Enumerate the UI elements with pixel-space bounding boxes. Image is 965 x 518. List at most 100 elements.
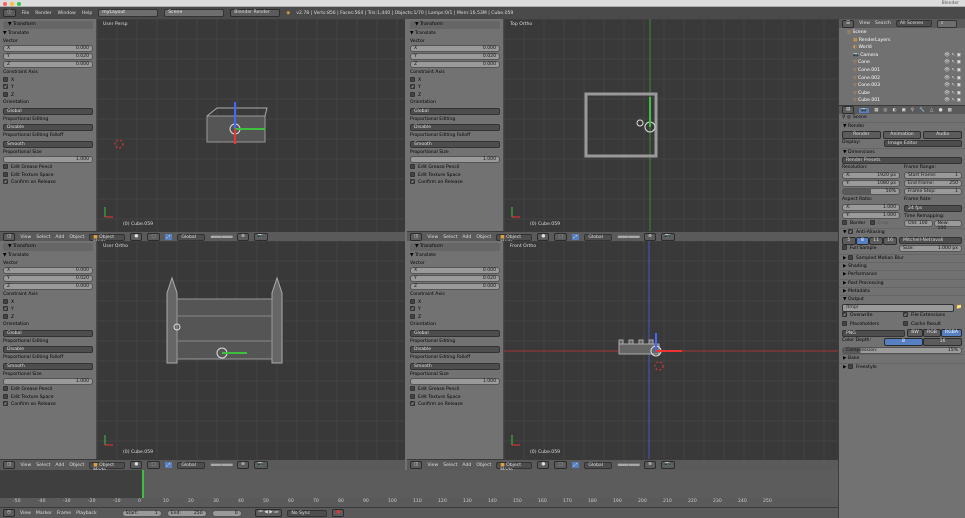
menu-add[interactable]: Add bbox=[462, 235, 471, 240]
editor-type-icon[interactable]: ▤ bbox=[842, 106, 855, 114]
resolution-x-field[interactable]: X: 1920 px bbox=[842, 172, 900, 180]
playback-controls[interactable]: ⏮ ◀ ▶ ⏭ bbox=[254, 509, 283, 517]
timeline-area[interactable] bbox=[0, 470, 838, 498]
mode-dropdown[interactable]: ■ Object Mode bbox=[89, 233, 126, 245]
pivot-dropdown[interactable]: ⬚ bbox=[147, 461, 160, 469]
panel-dimensions[interactable]: ▼ Dimensions bbox=[839, 147, 965, 156]
panel-section[interactable]: ▶ Performance bbox=[839, 270, 965, 278]
audio-button[interactable]: Audio bbox=[923, 130, 963, 139]
proportional-size-field[interactable]: 1.000 bbox=[3, 156, 93, 163]
editor-type-icon[interactable]: ◫ bbox=[410, 461, 423, 469]
constraint-z-checkbox[interactable] bbox=[410, 91, 415, 97]
snap-toggle[interactable]: ⊕ bbox=[643, 233, 656, 241]
orientation-dropdown[interactable]: Global bbox=[410, 107, 500, 115]
display-dropdown[interactable]: Image Editor bbox=[884, 139, 962, 147]
menu-search[interactable]: Search bbox=[875, 21, 891, 26]
edit-texture-space-checkbox[interactable] bbox=[410, 393, 415, 399]
display-mode-dropdown[interactable]: All Scenes bbox=[895, 20, 932, 27]
outliner-item[interactable]: ▽ Cone.001 👁 ↖ ▣ bbox=[839, 67, 965, 75]
constraint-x-checkbox[interactable] bbox=[410, 298, 415, 304]
vector-x-field[interactable]: X 0.000 bbox=[410, 267, 500, 274]
layers-grid[interactable]: ▪▪▪▪▪ ▪▪▪▪▪ bbox=[210, 235, 233, 240]
tab-material-icon[interactable]: ● bbox=[938, 108, 942, 113]
current-frame-cursor[interactable] bbox=[142, 470, 144, 498]
pivot-dropdown[interactable]: ⬚ bbox=[554, 233, 567, 241]
falloff-dropdown[interactable]: Smooth bbox=[3, 362, 93, 370]
old-field[interactable]: Old: 100 bbox=[904, 220, 933, 228]
sync-dropdown[interactable]: No Sync bbox=[287, 509, 328, 517]
channel-rgba[interactable]: RGBA bbox=[940, 329, 962, 338]
transform-panel-header[interactable]: ▼ Transform bbox=[410, 243, 500, 251]
vector-z-field[interactable]: Z 0.000 bbox=[3, 61, 93, 68]
viewport-canvas[interactable]: Top Ortho (0) Cube.059 bbox=[504, 19, 838, 231]
editor-type-icon[interactable]: ◫ bbox=[3, 233, 16, 241]
translate-panel-header[interactable]: ▼ Translate bbox=[410, 252, 500, 260]
constraint-x-checkbox[interactable] bbox=[410, 76, 415, 82]
constraint-x-checkbox[interactable] bbox=[3, 298, 8, 304]
viewport-canvas[interactable]: User Ortho (0) Cube.059 bbox=[97, 241, 405, 459]
menu-add[interactable]: Add bbox=[462, 463, 471, 468]
constraint-z-checkbox[interactable] bbox=[3, 91, 8, 97]
constraint-y-checkbox[interactable]: ✓ bbox=[3, 84, 8, 89]
frame-rate-dropdown[interactable]: 24 fps bbox=[904, 205, 962, 213]
mode-dropdown[interactable]: ■ Object Mode bbox=[496, 233, 533, 245]
outliner-item[interactable]: ▽ Cone.002 👁 ↖ ▣ bbox=[839, 75, 965, 83]
orientation-dropdown[interactable]: Global bbox=[584, 233, 613, 241]
channel-bw[interactable]: BW bbox=[907, 329, 924, 338]
render-button[interactable]: Render bbox=[842, 130, 881, 139]
maximize-button[interactable] bbox=[17, 1, 21, 6]
render-preview-icon[interactable]: 📷 bbox=[660, 461, 675, 469]
file-extensions-checkbox[interactable]: ✓ bbox=[903, 312, 908, 318]
panel-section[interactable]: ▶ Metadata bbox=[839, 287, 965, 295]
editor-type-icon[interactable]: ◫ bbox=[410, 233, 423, 241]
outliner-item[interactable]: ▽ Cone.003 👁 ↖ ▣ bbox=[839, 82, 965, 90]
end-frame-field[interactable]: End Frame: 250 bbox=[904, 180, 962, 188]
manipulator-icon[interactable]: ⤢ bbox=[164, 234, 173, 240]
transform-panel-header[interactable]: ▼ Transform bbox=[3, 243, 93, 251]
menu-view[interactable]: View bbox=[20, 511, 31, 516]
constraint-y-checkbox[interactable]: ✓ bbox=[410, 84, 415, 89]
vector-x-field[interactable]: X 0.000 bbox=[3, 267, 93, 274]
menu-select[interactable]: Select bbox=[36, 463, 50, 468]
constraint-z-checkbox[interactable] bbox=[3, 313, 8, 319]
falloff-dropdown[interactable]: Smooth bbox=[410, 140, 500, 148]
outliner-item[interactable]: ◎ Scene bbox=[839, 29, 965, 37]
render-preview-icon[interactable]: 📷 bbox=[253, 461, 268, 469]
tab-modifiers-icon[interactable]: 🔧 bbox=[919, 108, 925, 113]
animation-button[interactable]: Animation bbox=[882, 130, 922, 139]
menu-object[interactable]: Object bbox=[476, 235, 491, 240]
resolution-percentage-slider[interactable]: 50% bbox=[842, 188, 900, 196]
render-engine-dropdown[interactable]: Blender Render bbox=[230, 9, 281, 17]
shading-dropdown[interactable]: ● bbox=[130, 461, 143, 469]
outliner-item[interactable]: ▽ Cube.001 👁 ↖ ▣ bbox=[839, 97, 965, 105]
vector-y-field[interactable]: Y 0.020 bbox=[410, 275, 500, 282]
record-button[interactable]: ● bbox=[332, 509, 345, 517]
end-frame-field[interactable]: End: 250 bbox=[166, 509, 207, 517]
snap-toggle[interactable]: ⊕ bbox=[643, 461, 656, 469]
translate-panel-header[interactable]: ▼ Translate bbox=[3, 30, 93, 38]
edit-grease-pencil-checkbox[interactable] bbox=[3, 386, 8, 391]
orientation-dropdown[interactable]: Global bbox=[3, 329, 93, 337]
vector-z-field[interactable]: Z 0.000 bbox=[410, 61, 500, 68]
menu-view[interactable]: View bbox=[427, 235, 438, 240]
orientation-dropdown[interactable]: Global bbox=[584, 461, 613, 469]
menu-marker[interactable]: Marker bbox=[36, 511, 52, 516]
color-depth-8[interactable]: 8 bbox=[884, 337, 923, 346]
layers-grid[interactable]: ▪▪▪▪▪ ▪▪▪▪▪ bbox=[617, 463, 640, 468]
compression-slider[interactable]: Compression: 15% bbox=[842, 346, 962, 354]
constraint-y-checkbox[interactable]: ✓ bbox=[410, 306, 415, 311]
aspect-x-field[interactable]: X: 1.000 bbox=[842, 204, 900, 212]
confirm-on-release-checkbox[interactable]: ✓ bbox=[3, 401, 8, 406]
manipulator-icon[interactable]: ⤢ bbox=[164, 462, 173, 468]
menu-render[interactable]: Render bbox=[35, 11, 51, 16]
vector-z-field[interactable]: Z 0.000 bbox=[3, 283, 93, 290]
tab-world-icon[interactable]: ◐ bbox=[892, 108, 896, 113]
confirm-on-release-checkbox[interactable]: ✓ bbox=[410, 401, 415, 406]
close-button[interactable] bbox=[3, 1, 7, 6]
current-frame-field[interactable]: 0 bbox=[211, 509, 242, 517]
edit-texture-space-checkbox[interactable] bbox=[3, 393, 8, 399]
menu-select[interactable]: Select bbox=[443, 235, 457, 240]
confirm-on-release-checkbox[interactable]: ✓ bbox=[410, 179, 415, 184]
panel-section[interactable]: ▶ Shading bbox=[839, 261, 965, 270]
tab-scene-icon[interactable]: ◎ bbox=[883, 108, 887, 113]
